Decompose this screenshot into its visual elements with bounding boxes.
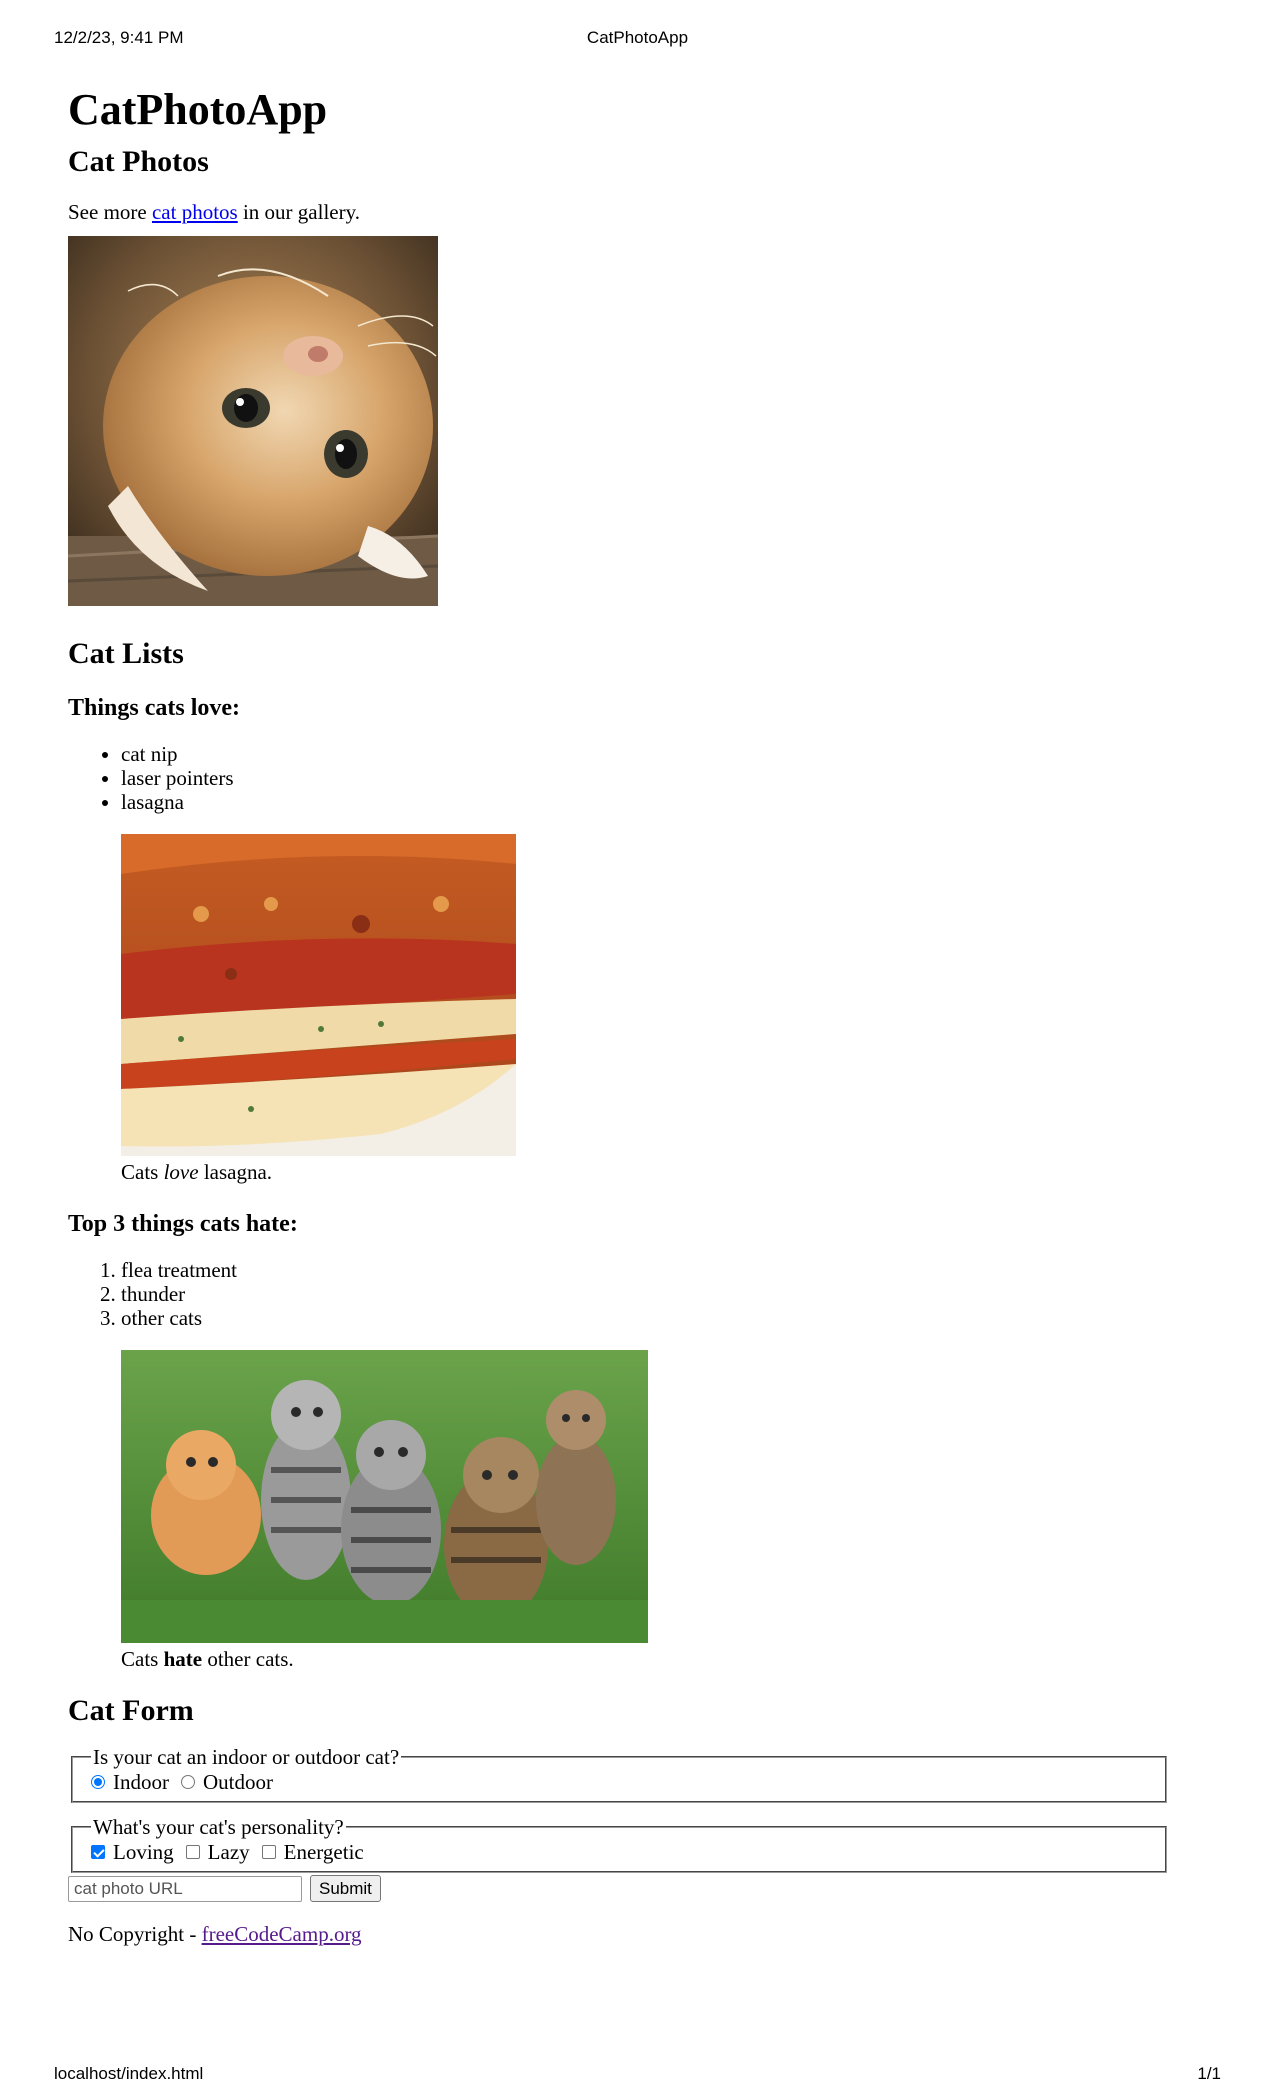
kittens-image (121, 1350, 648, 1643)
things-cats-hate-heading: Top 3 things cats hate: (68, 1211, 298, 1237)
indoor-radio[interactable] (91, 1775, 105, 1789)
list-item: lasagna (121, 790, 1208, 814)
indoor-label: Indoor (113, 1770, 169, 1794)
things-cats-love-list: cat nip laser pointers lasagna (68, 742, 1208, 814)
caption-emphasis: love (163, 1160, 199, 1184)
page-footer: No Copyright - freeCodeCamp.org (68, 1920, 1208, 1948)
lazy-option[interactable]: Lazy (185, 1839, 250, 1865)
lazy-label: Lazy (207, 1840, 250, 1864)
outdoor-label: Outdoor (203, 1770, 273, 1794)
things-cats-love-heading: Things cats love: (68, 695, 241, 721)
cat-photo-link[interactable] (68, 236, 438, 606)
loving-option[interactable]: Loving (91, 1839, 174, 1865)
kittens-figure: Cats hate other cats. (68, 1350, 1208, 1673)
cat-form-heading: Cat Form (68, 1694, 194, 1727)
cat-form-section: Cat Form Is your cat an indoor or outdoo… (68, 1691, 1208, 1902)
outdoor-option[interactable]: Outdoor (181, 1769, 273, 1795)
caption-text: lasagna. (198, 1160, 273, 1184)
loving-label: Loving (113, 1840, 174, 1864)
gallery-intro: See more cat photos in our gallery. (68, 198, 1208, 226)
cat-lists-section: Cat Lists Things cats love: cat nip lase… (68, 634, 1208, 1673)
cat-photos-link[interactable]: cat photos (152, 200, 238, 224)
cat-lists-heading: Cat Lists (68, 637, 184, 670)
cat-photo-image (68, 236, 438, 606)
location-legend: Is your cat an indoor or outdoor cat? (93, 1745, 400, 1769)
kittens-caption: Cats hate other cats. (121, 1645, 1208, 1673)
cat-photo-url-input[interactable] (68, 1875, 302, 1902)
submit-button[interactable]: Submit (310, 1875, 381, 1902)
list-item: cat nip (121, 742, 1208, 766)
indoor-option[interactable]: Indoor (91, 1769, 169, 1795)
copyright-text: No Copyright - freeCodeCamp.org (68, 1920, 1208, 1948)
page-title: CatPhotoApp (68, 85, 328, 134)
lazy-checkbox[interactable] (185, 1845, 200, 1859)
lasagna-caption: Cats love lasagna. (121, 1158, 1208, 1186)
personality-fieldset: What's your cat's personality? Loving La… (71, 1815, 1167, 1873)
location-fieldset: Is your cat an indoor or outdoor cat? In… (71, 1745, 1167, 1803)
personality-legend: What's your cat's personality? (93, 1815, 344, 1839)
print-header: 12/2/23, 9:41 PM CatPhotoApp (54, 28, 1221, 52)
cat-photos-heading: Cat Photos (68, 145, 209, 178)
url-row: Submit (68, 1875, 1208, 1902)
print-url: localhost/index.html (54, 2064, 204, 2083)
list-item: flea treatment (121, 1258, 1208, 1282)
cat-form: Is your cat an indoor or outdoor cat? In… (68, 1745, 1208, 1902)
copyright-prefix: No Copyright - (68, 1922, 202, 1946)
things-cats-hate-list: flea treatment thunder other cats (68, 1258, 1208, 1330)
print-page-number: 1/1 (1197, 2064, 1221, 2083)
caption-strong: hate (163, 1647, 203, 1671)
caption-text: Cats (121, 1647, 164, 1671)
list-item: other cats (121, 1306, 1208, 1330)
page-content: CatPhotoApp Cat Photos See more cat phot… (68, 80, 1208, 1948)
caption-text: Cats (121, 1160, 164, 1184)
list-item: laser pointers (121, 766, 1208, 790)
cat-photos-section: Cat Photos See more cat photos in our ga… (68, 142, 1208, 606)
energetic-option[interactable]: Energetic (261, 1839, 364, 1865)
print-page-title: CatPhotoApp (586, 28, 689, 47)
list-item: thunder (121, 1282, 1208, 1306)
gallery-intro-after: in our gallery. (237, 200, 360, 224)
energetic-checkbox[interactable] (261, 1845, 276, 1859)
print-footer: localhost/index.html 1/1 (54, 2064, 1221, 2088)
freecodecamp-link[interactable]: freeCodeCamp.org (202, 1922, 362, 1946)
caption-text: other cats. (202, 1647, 294, 1671)
lasagna-figure: Cats love lasagna. (68, 834, 1208, 1186)
energetic-label: Energetic (283, 1840, 364, 1864)
loving-checkbox[interactable] (91, 1845, 105, 1859)
lasagna-image (121, 834, 516, 1156)
outdoor-radio[interactable] (181, 1775, 195, 1789)
gallery-intro-before: See more (68, 200, 152, 224)
